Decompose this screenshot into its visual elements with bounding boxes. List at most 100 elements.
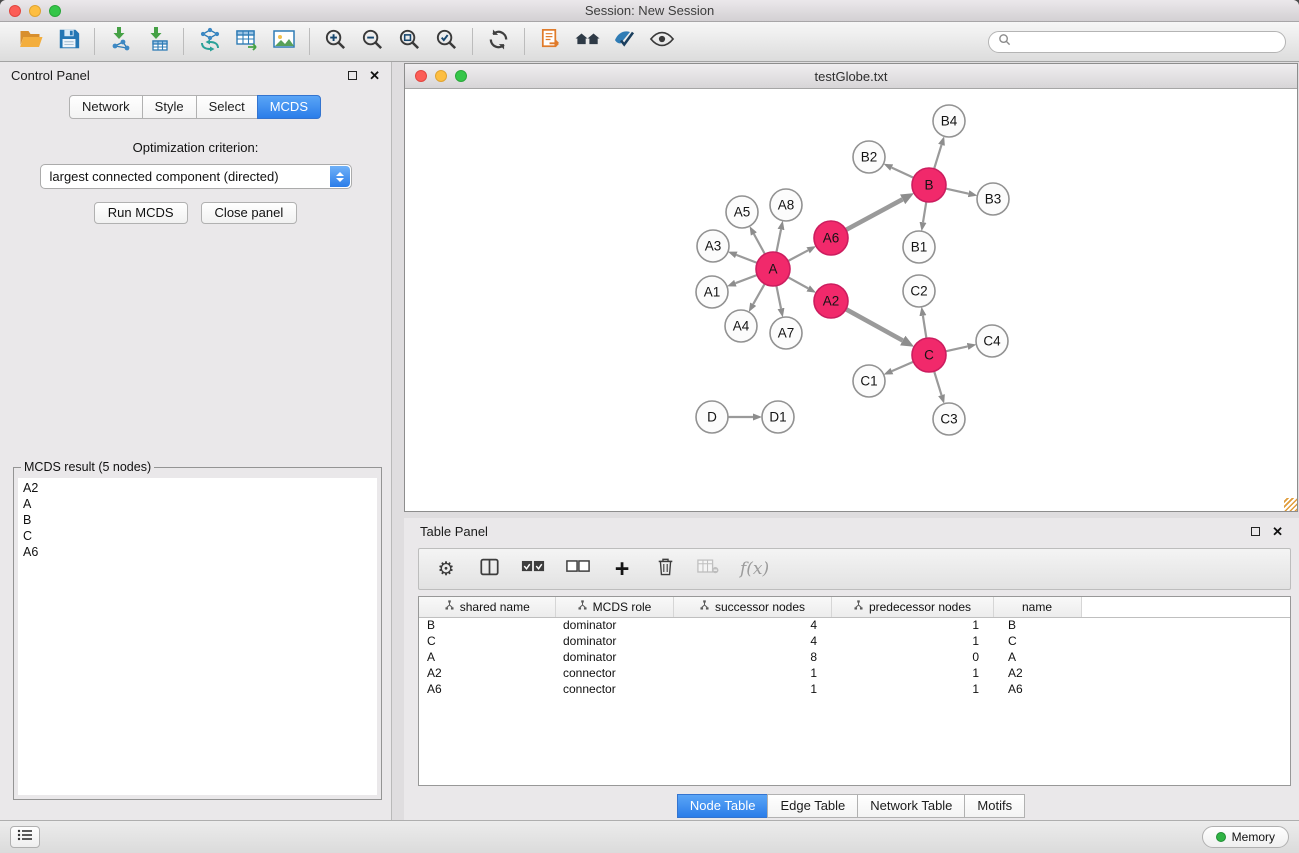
graph-node-B3[interactable]: B3 <box>977 183 1009 215</box>
table-settings-button[interactable]: ⚙ <box>435 556 457 582</box>
home-button[interactable] <box>569 26 606 58</box>
column-header-shared-name[interactable]: shared name <box>419 597 555 617</box>
open-session-button[interactable] <box>13 26 50 58</box>
graph-node-B1[interactable]: B1 <box>903 231 935 263</box>
resize-corner-handle[interactable] <box>1284 498 1297 511</box>
network-graph[interactable]: B4 B2 B B3 A5 A8 A6 A3 A B1 A1 A2 C2 A4 A7 C4 C C1 D D1 C3 <box>405 89 1297 510</box>
graph-node-C1[interactable]: C1 <box>853 365 885 397</box>
column-header-mcds-role[interactable]: MCDS role <box>555 597 673 617</box>
graph-node-A[interactable]: A <box>756 252 790 286</box>
clear-column-button[interactable] <box>697 556 719 582</box>
run-mcds-button[interactable]: Run MCDS <box>94 202 188 224</box>
graph-node-A1[interactable]: A1 <box>696 276 728 308</box>
import-table-button[interactable] <box>139 26 176 58</box>
graph-edge-A-A6[interactable] <box>788 250 808 261</box>
mcds-result-item[interactable]: B <box>23 512 372 528</box>
graph-node-A8[interactable]: A8 <box>770 189 802 221</box>
deselect-all-button[interactable] <box>566 556 590 582</box>
zoom-selected-button[interactable] <box>428 26 465 58</box>
table-row[interactable]: A6connector11A6 <box>419 681 1290 697</box>
mcds-result-list[interactable]: A2ABCA6 <box>18 478 377 795</box>
select-all-button[interactable] <box>521 556 545 582</box>
split-view-button[interactable] <box>478 556 500 582</box>
tab-network[interactable]: Network <box>69 95 143 119</box>
graph-node-C[interactable]: C <box>912 338 946 372</box>
graph-node-C3[interactable]: C3 <box>933 403 965 435</box>
graph-edge-B-B1[interactable] <box>923 202 926 223</box>
function-builder-button[interactable]: f(x) <box>740 556 769 582</box>
graph-node-A6[interactable]: A6 <box>814 221 848 255</box>
export-document-button[interactable] <box>532 26 569 58</box>
close-network-button[interactable] <box>415 70 427 82</box>
zoom-network-button[interactable] <box>455 70 467 82</box>
graph-node-B4[interactable]: B4 <box>933 105 965 137</box>
graph-node-A4[interactable]: A4 <box>725 310 757 342</box>
tab-select[interactable]: Select <box>196 95 258 119</box>
zoom-window-button[interactable] <box>49 5 61 17</box>
mcds-result-item[interactable]: A6 <box>23 544 372 560</box>
delete-column-button[interactable] <box>654 556 676 582</box>
mcds-result-item[interactable]: A2 <box>23 480 372 496</box>
graph-edge-C-C4[interactable] <box>946 346 968 351</box>
graph-edge-B-B4[interactable] <box>934 145 941 169</box>
tab-motifs[interactable]: Motifs <box>964 794 1025 818</box>
tab-edge-table[interactable]: Edge Table <box>767 794 858 818</box>
table-row[interactable]: Adominator80A <box>419 649 1290 665</box>
export-image-button[interactable] <box>265 26 302 58</box>
graph-node-C4[interactable]: C4 <box>976 325 1008 357</box>
table-row[interactable]: Bdominator41B <box>419 617 1290 633</box>
close-table-panel-icon[interactable]: ✕ <box>1272 525 1283 538</box>
apply-style-button[interactable] <box>606 26 643 58</box>
graph-node-B[interactable]: B <box>912 168 946 202</box>
minimize-window-button[interactable] <box>29 5 41 17</box>
graph-node-A7[interactable]: A7 <box>770 317 802 349</box>
graph-edge-A-A2[interactable] <box>788 277 808 288</box>
close-panel-button[interactable]: Close panel <box>201 202 298 224</box>
zoom-out-button[interactable] <box>354 26 391 58</box>
add-column-button[interactable]: + <box>611 556 633 582</box>
graph-node-C2[interactable]: C2 <box>903 275 935 307</box>
graph-edge-C-C1[interactable] <box>892 362 914 371</box>
graph-node-A2[interactable]: A2 <box>814 284 848 318</box>
memory-button[interactable]: Memory <box>1202 826 1289 848</box>
graph-node-D[interactable]: D <box>696 401 728 433</box>
import-network-button[interactable] <box>102 26 139 58</box>
search-field[interactable] <box>988 31 1286 53</box>
zoom-fit-button[interactable] <box>391 26 428 58</box>
graph-edge-B-B2[interactable] <box>892 168 914 178</box>
graph-edge-A-A8[interactable] <box>776 230 781 253</box>
zoom-in-button[interactable] <box>317 26 354 58</box>
graph-node-D1[interactable]: D1 <box>762 401 794 433</box>
graph-node-B2[interactable]: B2 <box>853 141 885 173</box>
network-table-button[interactable] <box>228 26 265 58</box>
graph-edge-A-A3[interactable] <box>736 255 757 263</box>
graph-node-A5[interactable]: A5 <box>726 196 758 228</box>
tab-network-table[interactable]: Network Table <box>857 794 965 818</box>
mcds-result-item[interactable]: C <box>23 528 372 544</box>
undock-table-panel-icon[interactable] <box>1251 527 1260 536</box>
column-header-predecessor-nodes[interactable]: predecessor nodes <box>831 597 993 617</box>
criterion-dropdown[interactable]: largest connected component (directed) <box>40 164 352 189</box>
undock-panel-icon[interactable] <box>348 71 357 80</box>
graph-edge-A2-C[interactable] <box>846 309 903 340</box>
graph-edge-C-C3[interactable] <box>934 371 941 395</box>
search-input[interactable] <box>1016 35 1276 49</box>
column-header-successor-nodes[interactable]: successor nodes <box>673 597 831 617</box>
column-header-name[interactable]: name <box>993 597 1081 617</box>
tab-node-table[interactable]: Node Table <box>677 794 769 818</box>
graph-node-A3[interactable]: A3 <box>697 230 729 262</box>
graph-edge-A6-B[interactable] <box>846 199 903 230</box>
graph-edge-A-A4[interactable] <box>753 284 765 304</box>
new-network-button[interactable] <box>191 26 228 58</box>
close-window-button[interactable] <box>9 5 21 17</box>
graph-edge-A-A5[interactable] <box>754 234 765 254</box>
tab-style[interactable]: Style <box>142 95 197 119</box>
show-details-button[interactable] <box>643 26 680 58</box>
refresh-network-button[interactable] <box>480 26 517 58</box>
table-row[interactable]: A2connector11A2 <box>419 665 1290 681</box>
graph-edge-A-A7[interactable] <box>776 286 781 309</box>
minimize-network-button[interactable] <box>435 70 447 82</box>
graph-edge-C-C2[interactable] <box>923 316 927 339</box>
graph-edge-B-B3[interactable] <box>946 189 969 194</box>
save-session-button[interactable] <box>50 26 87 58</box>
